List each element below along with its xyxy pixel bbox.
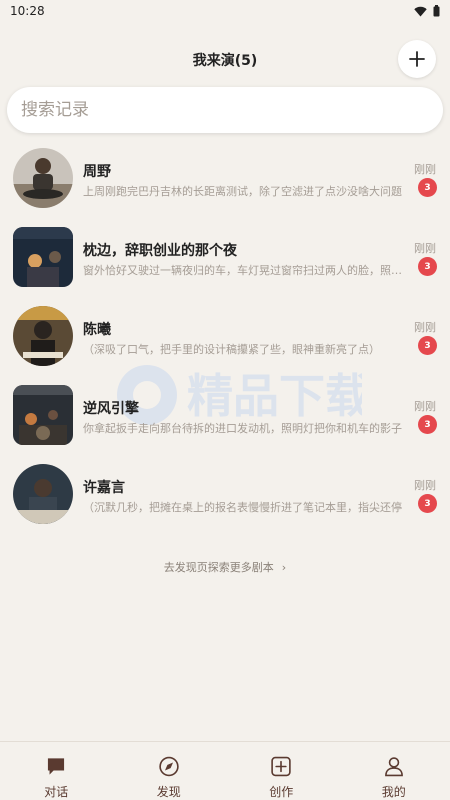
conversation-name: 枕边，辞职创业的那个夜 — [83, 243, 237, 259]
search-bar[interactable] — [7, 87, 443, 133]
bottom-nav: 对话 发现 创作 我的 — [0, 741, 450, 800]
plus-square-icon — [271, 756, 291, 777]
conversation-name: 逆风引擎 — [83, 401, 139, 417]
conversation-preview: 上周刚跑完巴丹吉林的长距离测试，除了空滤进了点沙没啥大问题 — [83, 185, 402, 198]
conversation-list: 周野 上周刚跑完巴丹吉林的长距离测试，除了空滤进了点沙没啥大问题 刚刚 3 枕边… — [0, 140, 450, 535]
unread-badge: 3 — [418, 494, 437, 513]
unread-badge: 3 — [418, 415, 437, 434]
avatar — [13, 306, 73, 366]
status-bar: 10:28 — [0, 0, 450, 22]
header: 我来演(5) — [0, 36, 450, 84]
wifi-icon — [414, 6, 427, 16]
chevron-right-icon: › — [281, 561, 287, 574]
search-input[interactable] — [21, 100, 421, 120]
status-time: 10:28 — [10, 4, 45, 18]
conversation-time: 刚刚 — [414, 163, 436, 176]
nav-item-discover[interactable]: 发现 — [113, 742, 226, 800]
conversation-time: 刚刚 — [414, 242, 436, 255]
conversation-preview: （沉默几秒，把摊在桌上的报名表慢慢折进了笔记本里，指尖还停 — [83, 501, 402, 514]
conversation-name: 周野 — [83, 164, 111, 180]
avatar — [13, 227, 73, 287]
nav-item-profile[interactable]: 我的 — [338, 742, 450, 800]
conversation-preview: 窗外恰好又驶过一辆夜归的车，车灯晃过窗帘扫过两人的脸，照亮了 — [83, 264, 407, 277]
conversation-time: 刚刚 — [414, 400, 436, 413]
explore-more-link[interactable]: 去发现页探索更多剧本 › — [0, 559, 450, 575]
explore-more-label: 去发现页探索更多剧本 — [163, 561, 274, 574]
avatar — [13, 385, 73, 445]
page-title: 我来演(5) — [192, 53, 258, 69]
nav-item-chat[interactable]: 对话 — [0, 742, 113, 800]
conversation-item[interactable]: 许嘉言 （沉默几秒，把摊在桌上的报名表慢慢折进了笔记本里，指尖还停 刚刚 3 — [0, 456, 450, 535]
nav-label: 发现 — [156, 785, 181, 799]
plus-icon — [409, 51, 425, 67]
unread-badge: 3 — [418, 178, 437, 197]
battery-icon — [433, 5, 440, 17]
add-button[interactable] — [398, 40, 436, 78]
avatar — [13, 464, 73, 524]
conversation-time: 刚刚 — [414, 321, 436, 334]
nav-label: 对话 — [44, 785, 69, 799]
avatar — [13, 148, 73, 208]
nav-label: 创作 — [269, 785, 294, 799]
conversation-preview: 你拿起扳手走向那台待拆的进口发动机，照明灯把你和机车的影子 — [83, 422, 402, 435]
conversation-preview: （深吸了口气，把手里的设计稿攥紧了些，眼神重新亮了点） — [83, 343, 380, 356]
conversation-name: 陈曦 — [83, 322, 111, 338]
nav-item-create[interactable]: 创作 — [225, 742, 338, 800]
person-icon — [384, 757, 403, 777]
conversation-item[interactable]: 陈曦 （深吸了口气，把手里的设计稿攥紧了些，眼神重新亮了点） 刚刚 3 — [0, 298, 450, 377]
nav-label: 我的 — [381, 785, 406, 799]
conversation-item[interactable]: 周野 上周刚跑完巴丹吉林的长距离测试，除了空滤进了点沙没啥大问题 刚刚 3 — [0, 140, 450, 219]
conversation-item[interactable]: 逆风引擎 你拿起扳手走向那台待拆的进口发动机，照明灯把你和机车的影子 刚刚 3 — [0, 377, 450, 456]
unread-badge: 3 — [418, 257, 437, 276]
conversation-time: 刚刚 — [414, 479, 436, 492]
conversation-item[interactable]: 枕边，辞职创业的那个夜 窗外恰好又驶过一辆夜归的车，车灯晃过窗帘扫过两人的脸，照… — [0, 219, 450, 298]
conversation-name: 许嘉言 — [83, 480, 125, 496]
chat-icon — [48, 758, 65, 775]
unread-badge: 3 — [418, 336, 437, 355]
compass-icon — [159, 756, 179, 777]
